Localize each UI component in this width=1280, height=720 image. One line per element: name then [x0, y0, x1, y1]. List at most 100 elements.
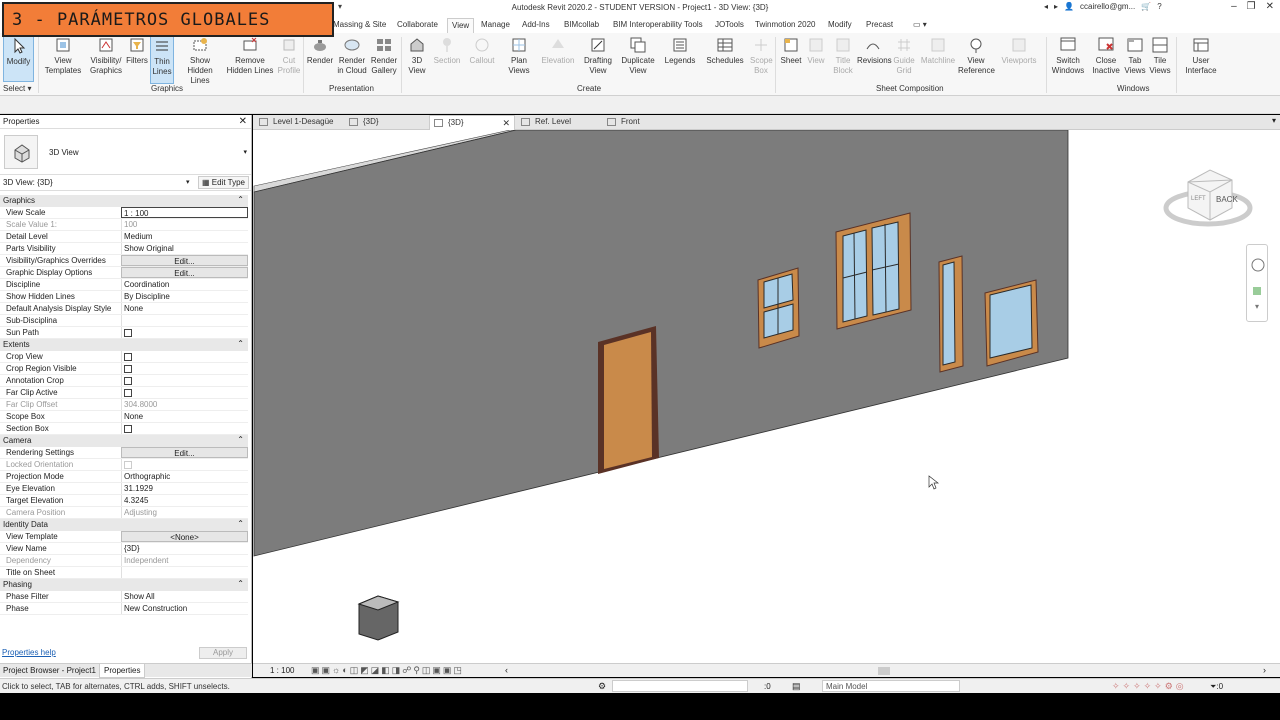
plan-views-button[interactable]: Plan Views — [504, 36, 534, 76]
tile-views-button[interactable]: Tile Views — [1149, 36, 1171, 76]
title-on-sheet-value[interactable] — [121, 567, 248, 578]
collapse-icon[interactable]: ⌃ — [237, 519, 244, 528]
instance-dropdown-icon[interactable]: ▾ — [186, 178, 190, 186]
forward-icon[interactable]: ▸ — [1054, 2, 1058, 11]
collapse-icon[interactable]: ⌃ — [237, 339, 244, 348]
group-extents[interactable]: Extents ⌃ — [0, 339, 248, 351]
render-button[interactable]: Render — [306, 36, 334, 66]
target-elevation-value[interactable]: 4.3245 — [121, 495, 248, 506]
matchline-button[interactable]: Matchline — [919, 36, 957, 66]
tab-collaborate[interactable]: Collaborate — [397, 20, 438, 29]
guide-grid-button[interactable]: Guide Grid — [892, 36, 916, 76]
projection-mode-value[interactable]: Orthographic — [121, 471, 248, 482]
sheet-button[interactable]: Sheet — [779, 36, 803, 66]
scope-box-button[interactable]: Scope Box — [750, 36, 773, 76]
view-reference-button[interactable]: View Reference — [958, 36, 995, 76]
callout-button[interactable]: Callout — [468, 36, 496, 66]
view-templates-button[interactable]: View Templates — [44, 36, 82, 76]
view-tab-front[interactable]: Front — [603, 115, 685, 130]
hidden-lines-value[interactable]: By Discipline — [121, 291, 248, 302]
view-template-button[interactable]: <None> — [121, 531, 248, 542]
rendering-settings-edit-button[interactable]: Edit... — [121, 447, 248, 458]
close-tab-icon[interactable]: ✕ — [502, 116, 510, 130]
thin-lines-button[interactable]: Thin Lines — [150, 36, 174, 84]
design-option-dropdown[interactable]: Main Model — [822, 680, 960, 692]
cart-icon[interactable]: 🛒 — [1141, 2, 1151, 11]
navigation-bar[interactable]: ▾ — [1246, 244, 1268, 322]
window-small[interactable] — [757, 267, 800, 349]
tab-add-ins[interactable]: Add-Ins — [522, 20, 550, 29]
tab-precast[interactable]: Precast — [866, 20, 893, 29]
close-icon[interactable]: ✕ — [239, 116, 247, 127]
section-box-checkbox[interactable] — [124, 425, 132, 433]
filters-button[interactable]: Filters — [126, 36, 148, 66]
tab-manage[interactable]: Manage — [481, 20, 510, 29]
render-in-cloud-button[interactable]: Render in Cloud — [336, 36, 368, 76]
group-camera[interactable]: Camera ⌃ — [0, 435, 248, 447]
parts-visibility-value[interactable]: Show Original — [121, 243, 248, 254]
scope-box-value[interactable]: None — [121, 411, 248, 422]
ribbon-options-icon[interactable]: ▭ ▾ — [913, 20, 927, 29]
properties-help-link[interactable]: Properties help — [2, 648, 56, 657]
view-tab-ref-level[interactable]: Ref. Level — [517, 115, 599, 130]
collapse-icon[interactable]: ⌃ — [237, 579, 244, 588]
worksets-icon[interactable]: ⚙ — [598, 681, 606, 692]
group-identity-data[interactable]: Identity Data ⌃ — [0, 519, 248, 531]
tab-project-browser[interactable]: Project Browser - Project1 — [3, 666, 96, 675]
revisions-button[interactable]: Revisions — [857, 36, 892, 66]
design-options-icon[interactable]: ▤ — [792, 681, 801, 692]
window-large[interactable] — [835, 212, 912, 330]
detail-level-value[interactable]: Medium — [121, 231, 248, 242]
modify-button[interactable]: Modify — [3, 36, 34, 82]
tab-view[interactable]: View — [447, 18, 475, 33]
collapse-icon[interactable]: ⌃ — [237, 195, 244, 204]
viewcube[interactable]: BACK LEFT — [1160, 160, 1255, 234]
filter-count[interactable]: ⏷:0 — [1210, 682, 1223, 692]
type-selector[interactable]: 3D View ▾ — [0, 129, 251, 175]
graphic-display-edit-button[interactable]: Edit... — [121, 267, 248, 278]
scroll-left-icon[interactable]: ‹ — [505, 665, 508, 675]
model-object-cube[interactable] — [357, 595, 400, 641]
window-square[interactable] — [984, 279, 1039, 367]
edit-type-button[interactable]: ▦ Edit Type — [198, 176, 250, 189]
restore-icon[interactable]: ❐ — [1247, 1, 1256, 12]
drafting-view-button[interactable]: Drafting View — [581, 36, 615, 76]
user-interface-button[interactable]: User Interface — [1180, 36, 1222, 76]
help-icon[interactable]: ? — [1157, 2, 1161, 11]
3d-view-button[interactable]: 3D View — [404, 36, 430, 76]
tab-bimcollab[interactable]: BIMcollab — [564, 20, 599, 29]
worksets-dropdown[interactable] — [612, 680, 748, 692]
elevation-button[interactable]: Elevation — [540, 36, 576, 66]
discipline-value[interactable]: Coordination — [121, 279, 248, 290]
phase-filter-value[interactable]: Show All — [121, 591, 248, 602]
render-gallery-button[interactable]: Render Gallery — [369, 36, 399, 76]
horizontal-scroll-thumb[interactable] — [878, 667, 890, 675]
viewports-button[interactable]: Viewports — [998, 36, 1040, 66]
tabs-dropdown-icon[interactable]: ▾ — [1272, 116, 1276, 125]
legends-button[interactable]: Legends — [663, 36, 697, 66]
section-button[interactable]: Section — [433, 36, 461, 66]
instance-selector-value[interactable]: 3D View: {3D} — [3, 178, 53, 187]
show-hidden-lines-button[interactable]: Show Hidden Lines — [177, 36, 223, 86]
view-tab-level-1[interactable]: Level 1-Desagüe — [255, 115, 341, 130]
select-dropdown[interactable]: Select ▾ — [3, 84, 31, 94]
duplicate-view-button[interactable]: Duplicate View — [619, 36, 657, 76]
window-narrow[interactable] — [938, 255, 964, 373]
view-tab-3d-active[interactable]: {3D} ✕ — [429, 115, 515, 130]
close-inactive-button[interactable]: Close Inactive — [1090, 36, 1122, 76]
place-view-button[interactable]: View — [806, 36, 826, 66]
3d-viewport[interactable] — [253, 130, 1280, 663]
eye-elevation-value[interactable]: 31.1929 — [121, 483, 248, 494]
group-phasing[interactable]: Phasing ⌃ — [0, 579, 248, 591]
switch-windows-button[interactable]: Switch Windows — [1050, 36, 1086, 76]
sun-path-checkbox[interactable] — [124, 329, 132, 337]
title-block-button[interactable]: Title Block — [830, 36, 856, 76]
tab-jotools[interactable]: JOTools — [715, 20, 744, 29]
selection-toggles-icons[interactable]: ✧✧✧✧✧⚙◎ — [1112, 681, 1187, 692]
user-icon[interactable]: 👤 — [1064, 2, 1074, 11]
minimize-icon[interactable]: – — [1231, 1, 1237, 12]
model-drawing[interactable] — [253, 130, 1280, 663]
view-scale-field[interactable]: 1 : 100 — [121, 207, 248, 218]
back-icon[interactable]: ◂ — [1044, 2, 1048, 11]
view-tab-3d[interactable]: {3D} — [345, 115, 427, 130]
